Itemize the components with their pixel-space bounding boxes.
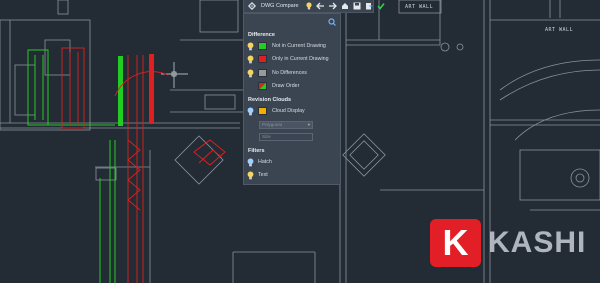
check-icon[interactable] <box>376 1 386 12</box>
cloud-size-field[interactable]: Size <box>259 133 313 141</box>
color-swatch-gray[interactable] <box>258 69 267 77</box>
color-swatch-yellow[interactable] <box>258 107 267 115</box>
filter-row-text[interactable]: Text <box>247 170 268 180</box>
difference-section-title: Difference <box>248 32 275 38</box>
brand-watermark: K KASHI <box>430 219 586 267</box>
color-swatch-red[interactable] <box>258 55 267 63</box>
difference-label: Draw Order <box>272 83 300 89</box>
color-swatch-draw-order[interactable] <box>258 82 267 90</box>
gear-icon[interactable] <box>247 1 257 12</box>
difference-row-no-differences[interactable]: No Differences <box>247 68 307 78</box>
revision-clouds-section-title: Revision Clouds <box>248 97 292 103</box>
filter-row-hatch[interactable]: Hatch <box>247 157 272 167</box>
toolbar-title: DWG Compare <box>261 3 299 9</box>
lightbulb-icon[interactable] <box>247 54 254 64</box>
cloud-size-value: Size <box>262 134 271 139</box>
filter-label: Hatch <box>258 159 272 165</box>
cloud-shape-value: Polygonal <box>262 122 282 127</box>
art-wall-label: ART WALL <box>545 27 573 33</box>
brand-logo: K <box>430 219 481 267</box>
cloud-lightbulb-icon[interactable] <box>247 106 254 116</box>
cloud-display-row[interactable]: Cloud Display <box>247 106 305 116</box>
arrow-right-icon[interactable] <box>328 1 338 12</box>
lightbulb-icon[interactable] <box>247 68 254 78</box>
difference-row-only-in-current[interactable]: Only in Current Drawing <box>247 54 329 64</box>
export-icon[interactable] <box>364 1 374 12</box>
filter-label: Text <box>258 172 268 178</box>
compare-settings-panel: Difference Not in Current Drawing Only i… <box>243 13 341 185</box>
difference-row-not-in-current[interactable]: Not in Current Drawing <box>247 41 326 51</box>
filters-section-title: Filters <box>248 148 265 154</box>
pin-icon[interactable] <box>328 18 336 26</box>
cloud-display-label: Cloud Display <box>272 108 305 114</box>
lightbulb-icon[interactable] <box>247 41 254 51</box>
chevron-down-icon: ▾ <box>307 122 310 127</box>
color-swatch-green[interactable] <box>258 42 267 50</box>
difference-label: No Differences <box>272 70 307 76</box>
difference-label: Not in Current Drawing <box>272 43 326 49</box>
lightbulb-icon[interactable] <box>304 1 314 12</box>
save-snapshot-icon[interactable] <box>352 1 362 12</box>
arrow-left-icon[interactable] <box>316 1 326 12</box>
drawing-canvas[interactable]: ART WALL ART WALL DWG Compare Difference… <box>0 0 600 283</box>
home-icon[interactable] <box>340 1 350 12</box>
cloud-shape-select[interactable]: Polygonal ▾ <box>259 121 313 129</box>
art-wall-top-label: ART WALL <box>405 4 433 10</box>
difference-label: Only in Current Drawing <box>272 56 329 62</box>
text-lightbulb-icon[interactable] <box>247 170 254 180</box>
hatch-lightbulb-icon[interactable] <box>247 157 254 167</box>
brand-name: KASHI <box>488 226 587 259</box>
dwg-compare-toolbar: DWG Compare <box>243 0 385 13</box>
difference-row-draw-order[interactable]: Draw Order <box>247 81 299 91</box>
